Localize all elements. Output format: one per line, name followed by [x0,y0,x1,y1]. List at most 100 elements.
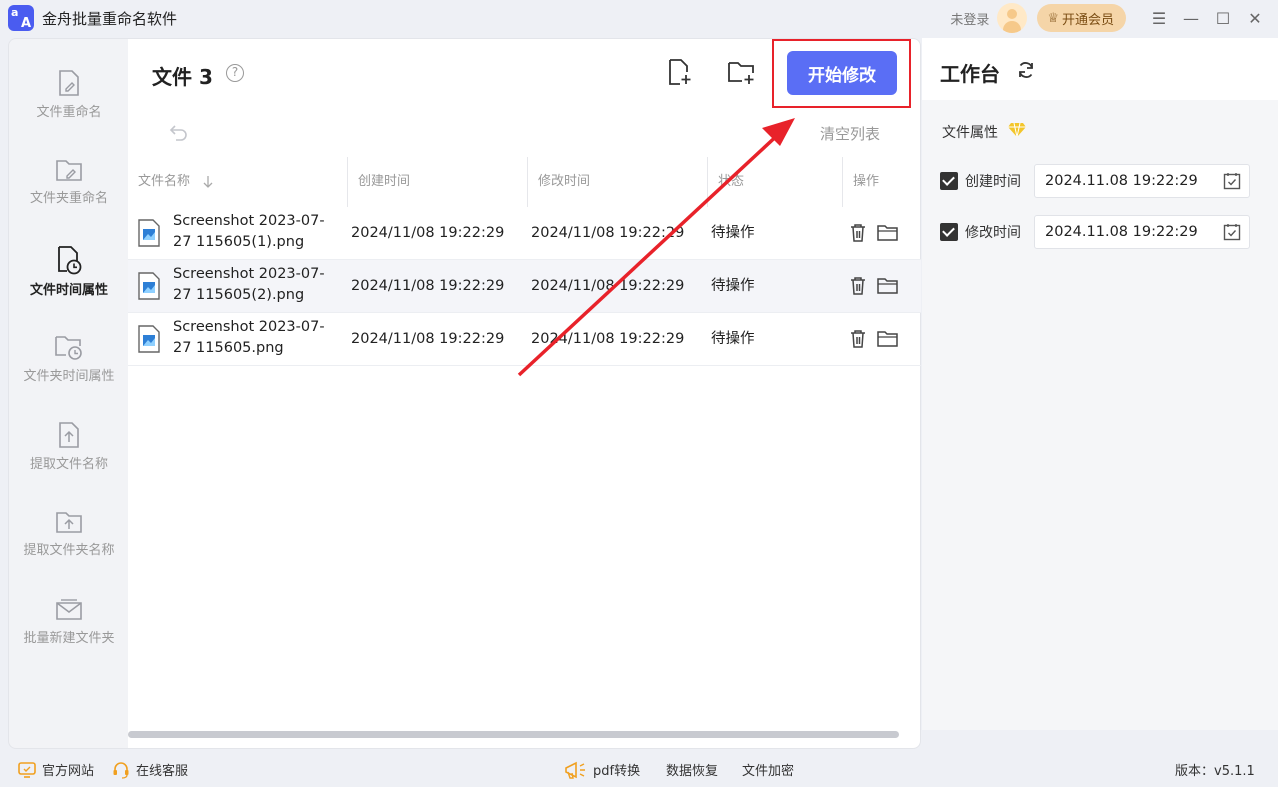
pdf-convert-link[interactable]: pdf转换 [563,752,640,787]
sort-arrow-icon[interactable] [202,175,214,189]
file-name: Screenshot 2023-07-27 115605(2).png [173,266,325,303]
minimize-icon[interactable]: — [1176,3,1206,33]
modified-time: 2024/11/08 19:22:29 [531,225,685,241]
status-text: 待操作 [711,331,755,347]
delete-icon[interactable] [849,223,867,243]
close-icon[interactable]: ✕ [1240,3,1270,33]
add-folder-icon[interactable] [726,57,756,87]
file-count-title: 文件 3 [152,65,213,89]
create-time-label: 创建时间 [965,174,1021,190]
add-file-icon[interactable] [664,57,694,87]
file-attribute-title: 文件属性 [942,125,998,141]
help-icon[interactable]: ? [226,64,244,82]
sidebar-item-folder-rename[interactable]: 文件夹重命名 [9,157,129,237]
table-header: 文件名称 创建时间 修改时间 状态 操作 [128,157,921,207]
online-service-link[interactable]: 在线客服 [112,752,188,787]
column-divider[interactable] [842,157,843,207]
start-modify-button[interactable]: 开始修改 [787,51,897,95]
modify-time-checkbox[interactable] [940,223,958,241]
crown-icon: ♕ [1047,10,1059,26]
sidebar-label: 提取文件名称 [29,457,108,472]
table-row[interactable]: Screenshot 2023-07-27 115605(1).png 2024… [128,207,921,260]
headset-icon [113,761,129,779]
column-divider[interactable] [707,157,708,207]
file-rename-icon [59,70,79,96]
calendar-icon[interactable] [1223,172,1241,190]
sidebar-item-file-rename[interactable]: 文件重命名 [9,69,129,149]
column-header-created[interactable]: 创建时间 [358,157,410,207]
create-time-field[interactable]: 2024.11.08 19:22:29 [1034,164,1250,198]
title-bar: aA 金舟批量重命名软件 未登录 ♕ 开通会员 ☰ — ☐ ✕ [0,0,1278,36]
batch-new-folder-icon [56,599,82,620]
image-file-icon [138,219,160,247]
file-encrypt-link[interactable]: 文件加密 [742,752,794,787]
version-text: 版本：v5.1.1 [1175,752,1255,787]
sidebar-item-folder-time[interactable]: 文件夹时间属性 [9,333,129,413]
delete-icon[interactable] [849,276,867,296]
undo-icon[interactable] [168,121,190,143]
horizontal-scrollbar[interactable] [128,731,899,738]
status-bar: 官方网站 在线客服 pdf转换 数据恢复 文件加密 版本：v5.1.1 [0,752,1278,787]
official-website-label: 官方网站 [42,764,95,779]
open-folder-icon[interactable] [877,224,899,242]
sidebar-item-extract-file-name[interactable]: 提取文件名称 [9,421,129,501]
delete-icon[interactable] [849,329,867,349]
calendar-icon[interactable] [1223,223,1241,241]
extract-folder-name-icon [56,512,82,533]
maximize-icon[interactable]: ☐ [1208,3,1238,33]
modify-time-value: 2024.11.08 19:22:29 [1045,224,1198,240]
open-folder-icon[interactable] [877,277,899,295]
data-recovery-label: 数据恢复 [666,764,719,779]
created-time: 2024/11/08 19:22:29 [351,331,505,347]
status-text: 待操作 [711,278,755,294]
sidebar-label: 提取文件夹名称 [23,543,115,558]
version-label: 版本：v5.1.1 [1175,764,1255,779]
sidebar-label: 文件夹时间属性 [23,369,115,384]
pdf-convert-label: pdf转换 [593,764,641,779]
create-time-value: 2024.11.08 19:22:29 [1045,173,1198,189]
refresh-icon[interactable] [1016,60,1036,80]
file-name: Screenshot 2023-07-27 115605(1).png [173,213,325,250]
data-recovery-link[interactable]: 数据恢复 [666,752,718,787]
file-list-panel: 文件 3 ? 开始修改 清空列表 文件名称 创建时间 修改时间 状态 操作 Sc… [128,38,921,749]
created-time: 2024/11/08 19:22:29 [351,278,505,294]
clear-list-button[interactable]: 清空列表 [820,123,880,144]
table-row[interactable]: Screenshot 2023-07-27 115605.png 2024/11… [128,313,921,366]
monitor-icon [18,761,36,778]
folder-rename-icon [56,160,82,181]
official-website-link[interactable]: 官方网站 [18,752,94,787]
vip-diamond-icon [1008,122,1026,138]
table-row[interactable]: Screenshot 2023-07-27 115605(2).png 2024… [128,260,921,313]
column-header-name[interactable]: 文件名称 [138,157,190,207]
sidebar-item-extract-folder-name[interactable]: 提取文件夹名称 [9,509,129,589]
extract-file-name-icon [59,422,79,448]
column-divider[interactable] [527,157,528,207]
column-divider[interactable] [347,157,348,207]
workbench-panel: 工作台 文件属性 创建时间 2024.11.08 19:22:29 修改时间 2… [922,38,1278,730]
online-service-label: 在线客服 [136,764,189,779]
app-logo-icon: aA [8,5,34,31]
create-time-checkbox[interactable] [940,172,958,190]
vip-button[interactable]: ♕ 开通会员 [1037,4,1126,32]
menu-icon[interactable]: ☰ [1144,3,1174,33]
column-header-actions: 操作 [853,174,880,189]
avatar[interactable] [997,3,1028,33]
megaphone-icon [565,761,585,779]
file-name: Screenshot 2023-07-27 115605.png [173,319,325,356]
sidebar-item-batch-new-folder[interactable]: 批量新建文件夹 [9,597,129,677]
sidebar-label: 批量新建文件夹 [23,631,115,646]
created-time: 2024/11/08 19:22:29 [351,225,505,241]
modified-time: 2024/11/08 19:22:29 [531,331,685,347]
image-file-icon [138,272,160,300]
sidebar: 文件重命名 文件夹重命名 文件时间属性 文件夹时间属性 提取文件名称 提取文件夹… [8,38,128,749]
sidebar-label: 文件重命名 [36,105,102,120]
modified-time: 2024/11/08 19:22:29 [531,278,685,294]
column-header-status[interactable]: 状态 [718,157,744,207]
column-header-modified[interactable]: 修改时间 [538,157,590,207]
sidebar-item-file-time[interactable]: 文件时间属性 [9,245,129,325]
file-time-icon [58,246,82,275]
login-status[interactable]: 未登录 [950,9,989,28]
modify-time-field[interactable]: 2024.11.08 19:22:29 [1034,215,1250,249]
sidebar-label: 文件夹重命名 [29,191,108,206]
open-folder-icon[interactable] [877,330,899,348]
